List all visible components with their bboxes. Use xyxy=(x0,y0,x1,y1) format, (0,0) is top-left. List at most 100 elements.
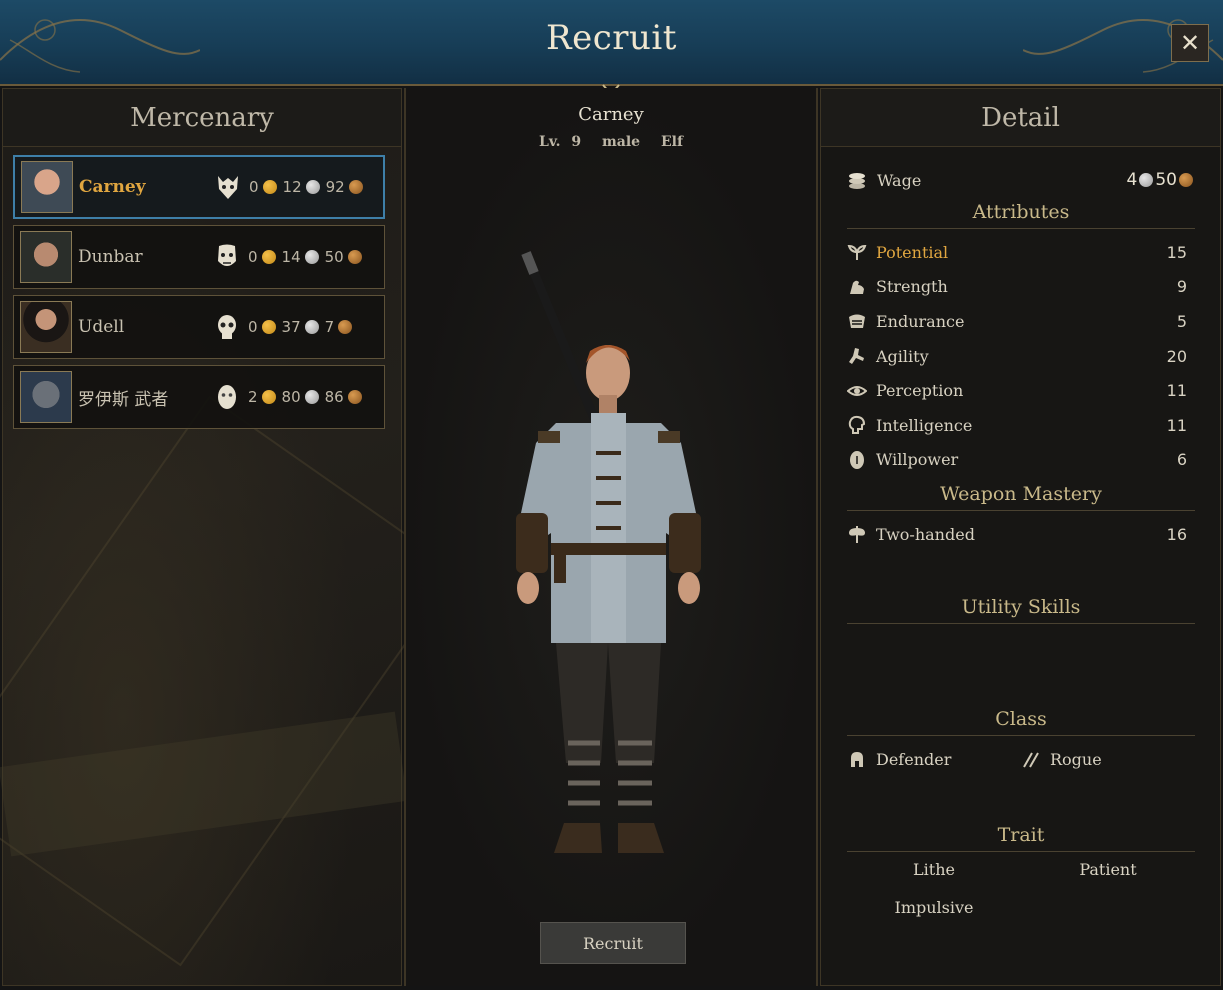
daggers-icon xyxy=(1023,752,1039,768)
character-model[interactable] xyxy=(496,243,726,863)
double-axe-icon xyxy=(849,526,865,544)
class-heading: Class xyxy=(847,702,1195,736)
bronze-amount: 92 xyxy=(325,178,345,196)
heart-shield-icon xyxy=(850,450,864,469)
trait-heading: Trait xyxy=(847,818,1195,852)
attribute-strength: Strength 9 xyxy=(847,270,1195,305)
class-list: Defender Rogue xyxy=(847,742,1195,778)
head-icon xyxy=(848,416,866,435)
silver-amount: 37 xyxy=(281,318,301,336)
character-race: Elf xyxy=(660,134,683,150)
silver-coin-icon xyxy=(304,390,319,404)
silver-amount: 12 xyxy=(282,178,302,196)
mercenary-name: Udell xyxy=(78,317,125,337)
chest-icon xyxy=(849,314,865,329)
mercenary-panel: Mercenary Carney 0 12 92 Dunbar 0 14 50 … xyxy=(2,88,402,986)
detail-title: Detail xyxy=(821,89,1220,147)
utility-skills-heading: Utility Skills xyxy=(847,590,1195,624)
orc-mask-icon xyxy=(218,244,236,266)
attribute-perception: Perception 11 xyxy=(847,373,1195,408)
mercenary-item-royce[interactable]: 罗伊斯 武者 2 80 86 xyxy=(13,365,385,429)
silver-coin-icon xyxy=(305,180,320,194)
cost: 0 14 50 xyxy=(248,248,368,266)
close-button[interactable]: ✕ xyxy=(1171,24,1209,62)
mercenary-name: Dunbar xyxy=(78,247,143,267)
avatar xyxy=(20,231,72,283)
silver-amount: 14 xyxy=(281,248,301,266)
gold-coin-icon xyxy=(261,390,276,404)
wage-bronze: 50 xyxy=(1155,170,1177,190)
utility-skills-empty xyxy=(847,630,1195,702)
cost: 0 37 7 xyxy=(248,318,358,336)
attributes-heading: Attributes xyxy=(847,195,1195,229)
cost: 0 12 92 xyxy=(249,178,369,196)
running-leg-icon xyxy=(849,348,864,365)
gold-amount: 0 xyxy=(249,178,259,196)
attribute-potential: Potential 15 xyxy=(847,235,1195,270)
class-defender: Defender xyxy=(847,750,1021,770)
demon-mask-icon xyxy=(218,176,238,199)
character-name: Carney xyxy=(578,104,644,125)
gold-coin-icon xyxy=(261,320,276,334)
arm-flex-icon xyxy=(850,280,864,294)
wage-value: 4 50 xyxy=(1127,170,1195,190)
title-bar: Recruit ✕ xyxy=(0,0,1223,86)
mercenary-name: Carney xyxy=(79,177,146,197)
wage-silver: 4 xyxy=(1126,170,1138,190)
avatar xyxy=(21,161,73,213)
class-rogue: Rogue xyxy=(1021,750,1195,770)
eye-icon xyxy=(847,385,867,396)
bronze-amount: 50 xyxy=(324,248,344,266)
skull-mask-icon xyxy=(218,315,236,339)
wage-row: Wage 4 50 xyxy=(847,165,1195,195)
character-panel: Carney Lv. 9 male Elf Recruit xyxy=(404,88,818,986)
trait-item: Patient xyxy=(1079,859,1137,879)
character-gender: male xyxy=(601,134,641,150)
attribute-agility: Agility 20 xyxy=(847,339,1195,374)
recruit-button[interactable]: Recruit xyxy=(540,922,686,964)
wage-label: Wage xyxy=(877,170,922,190)
gold-coin-icon xyxy=(261,250,276,264)
gold-amount: 2 xyxy=(248,388,258,406)
attribute-endurance: Endurance 5 xyxy=(847,304,1195,339)
coins-stack-icon xyxy=(849,173,865,189)
mercenary-item-dunbar[interactable]: Dunbar 0 14 50 xyxy=(13,225,385,289)
mercenary-name: 罗伊斯 武者 xyxy=(78,389,169,410)
detail-panel: Detail Wage 4 50 Attributes Potential 15… xyxy=(820,88,1221,986)
human-mask-icon xyxy=(218,385,236,409)
attribute-willpower: Willpower 6 xyxy=(847,443,1195,478)
sprout-icon xyxy=(847,245,867,261)
bronze-amount: 7 xyxy=(324,318,335,336)
gold-amount: 0 xyxy=(248,318,258,336)
bronze-amount: 86 xyxy=(324,388,344,406)
avatar xyxy=(20,371,72,423)
avatar xyxy=(20,301,72,353)
mercenary-title: Mercenary xyxy=(3,89,401,147)
bronze-coin-icon xyxy=(347,390,362,404)
mastery-two-handed: Two-handed 16 xyxy=(847,517,1195,552)
bronze-coin-icon xyxy=(348,180,363,194)
helmet-icon xyxy=(851,751,863,767)
bronze-coin-icon xyxy=(338,320,353,334)
trait-item: Impulsive xyxy=(894,897,974,917)
silver-coin-icon xyxy=(304,320,319,334)
weapon-mastery-heading: Weapon Mastery xyxy=(847,477,1195,512)
mercenary-item-udell[interactable]: Udell 0 37 7 xyxy=(13,295,385,359)
gold-amount: 0 xyxy=(248,248,258,266)
character-info: Lv. 9 male Elf xyxy=(406,134,816,150)
bronze-coin-icon xyxy=(1179,173,1193,187)
mercenary-list: Carney 0 12 92 Dunbar 0 14 50 Udell 0 37… xyxy=(13,155,385,435)
window-title: Recruit xyxy=(546,18,677,58)
trait-item: Lithe xyxy=(913,859,955,879)
detail-body: Wage 4 50 Attributes Potential 15 Streng… xyxy=(847,165,1195,920)
attribute-intelligence: Intelligence 11 xyxy=(847,408,1195,443)
silver-amount: 80 xyxy=(281,388,301,406)
trait-list: Lithe Patient Impulsive xyxy=(847,860,1195,920)
silver-coin-icon xyxy=(304,250,319,264)
cost: 2 80 86 xyxy=(248,388,368,406)
mercenary-item-carney[interactable]: Carney 0 12 92 xyxy=(13,155,385,219)
character-level: Lv. 9 xyxy=(539,134,582,150)
bronze-coin-icon xyxy=(347,250,362,264)
